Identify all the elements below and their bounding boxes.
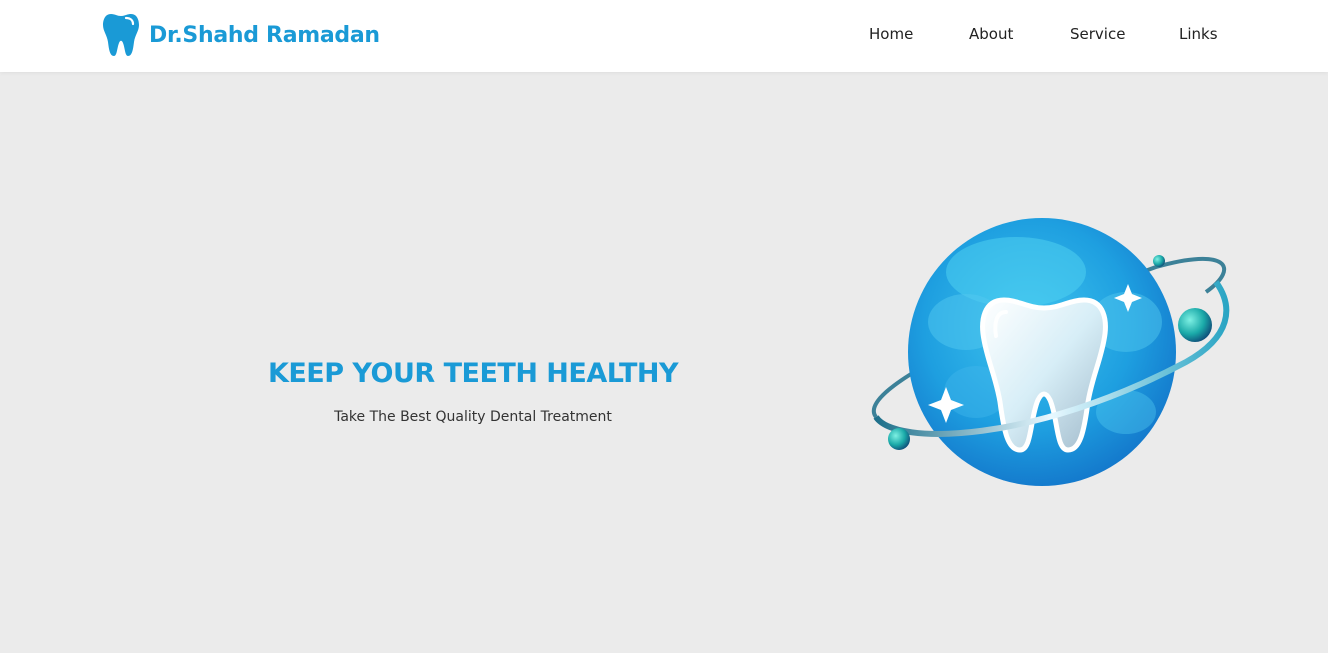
nav-home[interactable]: Home xyxy=(869,25,913,43)
tooth-icon xyxy=(103,14,139,56)
orbit-ball-right xyxy=(1178,308,1212,342)
brand-link[interactable]: Dr.Shahd Ramadan xyxy=(102,12,380,58)
nav-service[interactable]: Service xyxy=(1070,25,1125,43)
site-header: Dr.Shahd Ramadan Home About Service Link… xyxy=(0,0,1328,72)
tooth-planet-illustration xyxy=(856,212,1236,492)
nav-links[interactable]: Links xyxy=(1179,25,1218,43)
hero-section: KEEP YOUR TEETH HEALTHY Take The Best Qu… xyxy=(223,354,723,426)
orbit-ball-left xyxy=(888,428,910,450)
hero-title: KEEP YOUR TEETH HEALTHY xyxy=(267,358,679,389)
hero-subtitle: Take The Best Quality Dental Treatment xyxy=(334,409,612,425)
tooth-planet-graphic xyxy=(871,218,1230,486)
orbit-ball-small xyxy=(1153,255,1165,267)
brand-name: Dr.Shahd Ramadan xyxy=(149,22,380,48)
nav-about[interactable]: About xyxy=(969,25,1013,43)
